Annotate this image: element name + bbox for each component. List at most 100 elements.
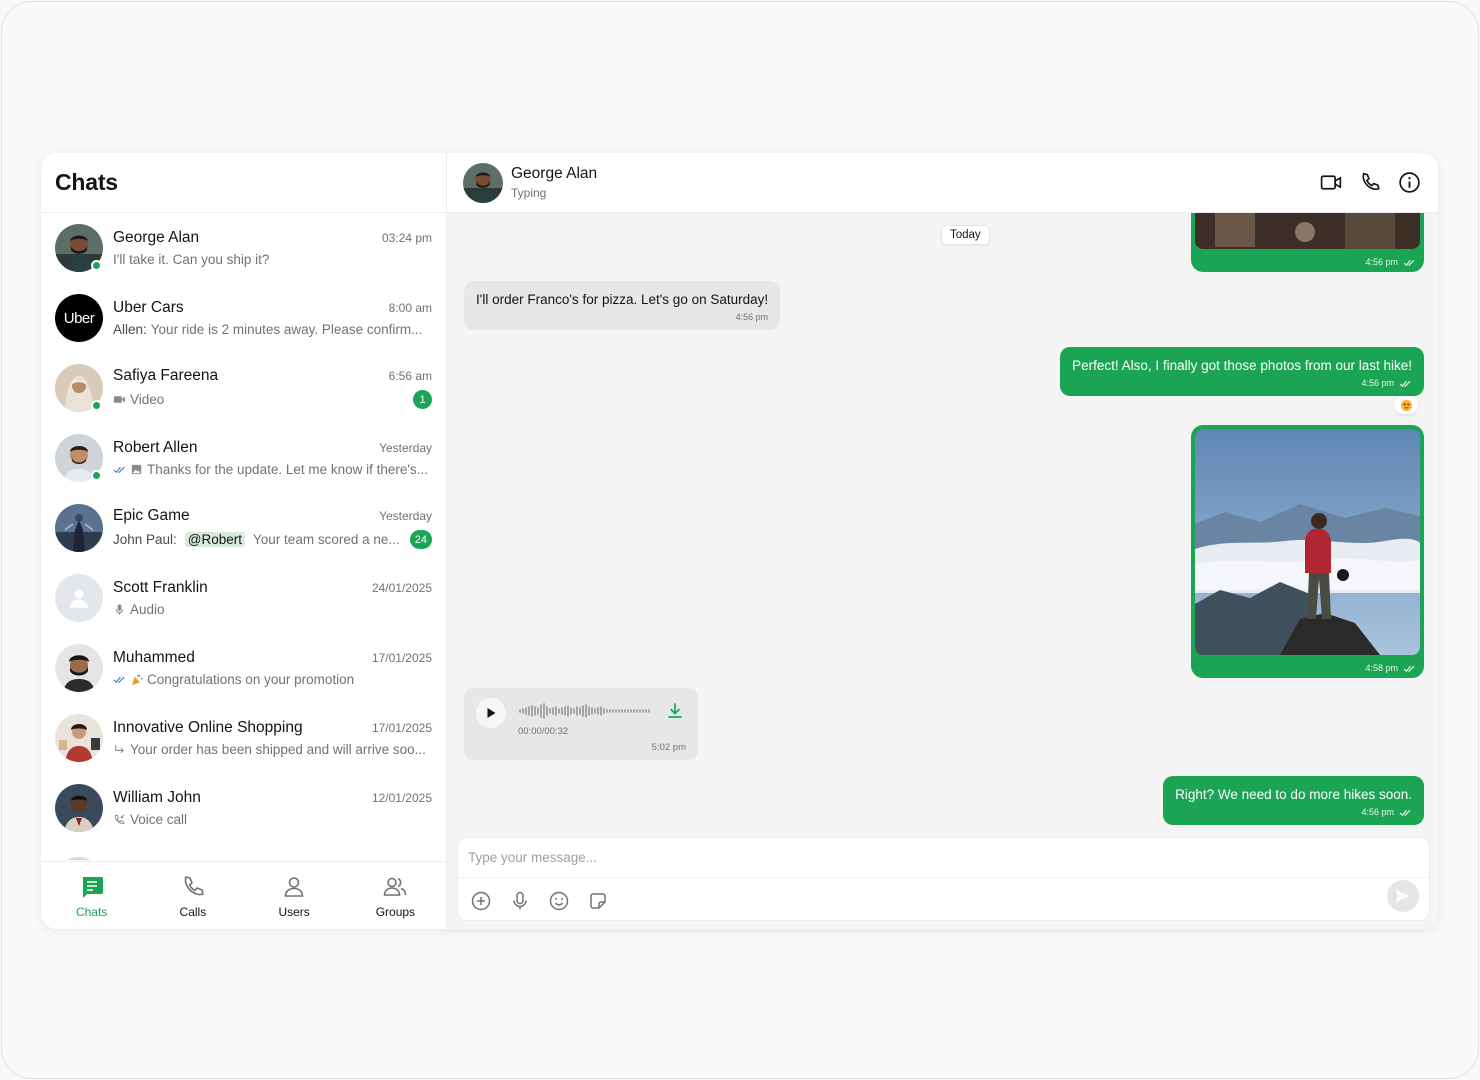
chat-item-robert-allen[interactable]: Robert Allen Yesterday Thanks for the up… [41,423,446,493]
message-composer [457,837,1430,921]
incoming-message[interactable]: I'll order Franco's for pizza. Let's go … [464,281,781,330]
tab-calls[interactable]: Calls [142,862,243,929]
online-indicator [91,400,102,411]
send-icon [1396,890,1410,902]
message-time: 5:02 pm [651,742,686,753]
play-button[interactable] [476,698,506,728]
chat-preview: Congratulations on your promotion [113,672,432,687]
chat-list[interactable]: George Alan 03:24 pm I'll take it. Can y… [41,213,446,860]
chat-name: Innovative Online Shopping [113,719,303,736]
play-icon [487,708,496,718]
online-indicator [91,470,102,481]
microphone-icon[interactable] [509,890,531,912]
chat-item-william-john[interactable]: William John 12/01/2025 Voice call [41,773,446,843]
uber-logo: Uber [63,309,95,327]
chat-time: 12/01/2025 [371,791,432,805]
chat-item-safiya-fareena[interactable]: Safiya Fareena 6:56 am Video 1 [41,353,446,423]
info-icon[interactable] [1397,170,1422,195]
chat-name: William John [113,789,201,806]
mention-chip: @Robert [184,532,246,547]
avatar [55,504,103,552]
video-call-icon[interactable] [1319,170,1344,195]
chat-time: Yesterday [379,509,432,523]
image-icon [131,464,142,475]
message-time: 4:56 pm [1365,257,1398,267]
nav-label: Users [278,904,310,919]
emoji-icon[interactable] [548,890,570,912]
chat-preview: Allen: Your ride is 2 minutes away. Pleas… [113,322,423,337]
nav-label: Chats [75,904,108,919]
tab-chats[interactable]: Chats [41,862,142,929]
avatar [55,574,103,622]
chat-preview: Voice call [113,812,432,827]
message-input[interactable] [458,838,1429,878]
unread-badge: 24 [409,530,432,549]
chat-time: 03:24 pm [381,231,432,245]
conversation-header: George Alan Typing [447,153,1438,213]
tab-users[interactable]: Users [244,862,345,929]
chat-item-scott-franklin[interactable]: Scott Franklin 24/01/2025 Audio [41,563,446,633]
voice-duration: 00:00/00:32 [518,726,569,737]
waveform [519,703,650,719]
double-check-icon [1403,665,1415,672]
nav-label: Calls [179,904,207,919]
chat-name: Muhammed [113,649,195,666]
chat-preview: Audio [113,602,432,617]
double-check-icon [113,676,125,684]
download-icon[interactable] [666,702,684,720]
outgoing-image-message[interactable]: 4:56 pm [1191,213,1424,272]
page-title: Chats [55,169,118,195]
avatar[interactable] [463,162,503,203]
avatar [55,714,103,762]
add-attachment-icon[interactable] [470,890,492,912]
chat-item-muhammed[interactable]: Muhammed 17/01/2025 Congratulations on y… [41,633,446,703]
avatar [55,784,103,832]
online-indicator [91,260,102,271]
chat-name: Uber Cars [113,299,184,316]
bottom-navigation: Chats Calls Users Groups [41,861,446,929]
message-text: Perfect! Also, I finally got those photo… [1072,358,1412,373]
double-check-icon [1399,380,1411,387]
phone-icon [184,875,204,895]
incoming-call-icon [114,814,125,824]
chat-preview: Video [113,392,405,407]
chat-item-partial[interactable] [41,843,446,860]
chat-item-epic-game[interactable]: Epic Game Yesterday John Paul: @Robert You… [41,493,446,563]
send-button[interactable] [1387,880,1419,912]
incoming-voice-message[interactable]: 00:00/00:32 5:02 pm [464,688,698,760]
outgoing-message[interactable]: Right? We need to do more hikes soon. 4:… [1163,776,1424,825]
double-check-icon [1403,259,1415,266]
chat-list-panel: Chats George Alan 03:24 pm I'll take it.… [41,153,447,929]
chat-item-innovative-online-shopping[interactable]: Innovative Online Shopping 17/01/2025 Yo… [41,703,446,773]
chat-name: Epic Game [113,507,190,524]
chat-list-header: Chats [41,153,446,213]
outgoing-message[interactable]: Perfect! Also, I finally got those photo… [1060,347,1424,396]
nav-label: Groups [375,904,416,919]
chat-time: 6:56 am [388,369,432,383]
message-list[interactable]: 4:56 pm Today I'll order Franco's for pi… [447,213,1438,833]
chat-item-george-alan[interactable]: George Alan 03:24 pm I'll take it. Can y… [41,213,446,283]
double-check-icon [1399,809,1411,816]
contact-status: Typing [511,186,547,200]
hiking-photo [1195,429,1420,655]
chat-preview: Your order has been shipped and will arr… [113,742,432,757]
chat-bubble-icon [82,876,103,898]
chat-preview: Thanks for the update. Let me know if th… [113,462,432,477]
message-time: 4:58 pm [1365,663,1398,673]
chat-item-uber-cars[interactable]: Uber Uber Cars 8:00 am Allen: Your ride i… [41,283,446,353]
video-icon [113,396,126,403]
contact-name[interactable]: George Alan [511,165,597,183]
chat-time: Yesterday [379,441,432,455]
tab-groups[interactable]: Groups [345,862,446,929]
unread-badge: 1 [413,390,432,409]
voice-call-icon[interactable] [1358,170,1383,195]
sticker-icon[interactable] [587,890,609,912]
date-separator: Today [941,225,990,245]
avatar: Uber [55,294,103,342]
message-photo [1195,213,1420,249]
reaction-badge[interactable] [1394,396,1418,414]
chat-preview: I'll take it. Can you ship it? [113,252,270,267]
outgoing-image-message[interactable]: 4:58 pm [1191,425,1424,678]
chat-time: 17/01/2025 [371,651,432,665]
avatar [55,857,103,860]
